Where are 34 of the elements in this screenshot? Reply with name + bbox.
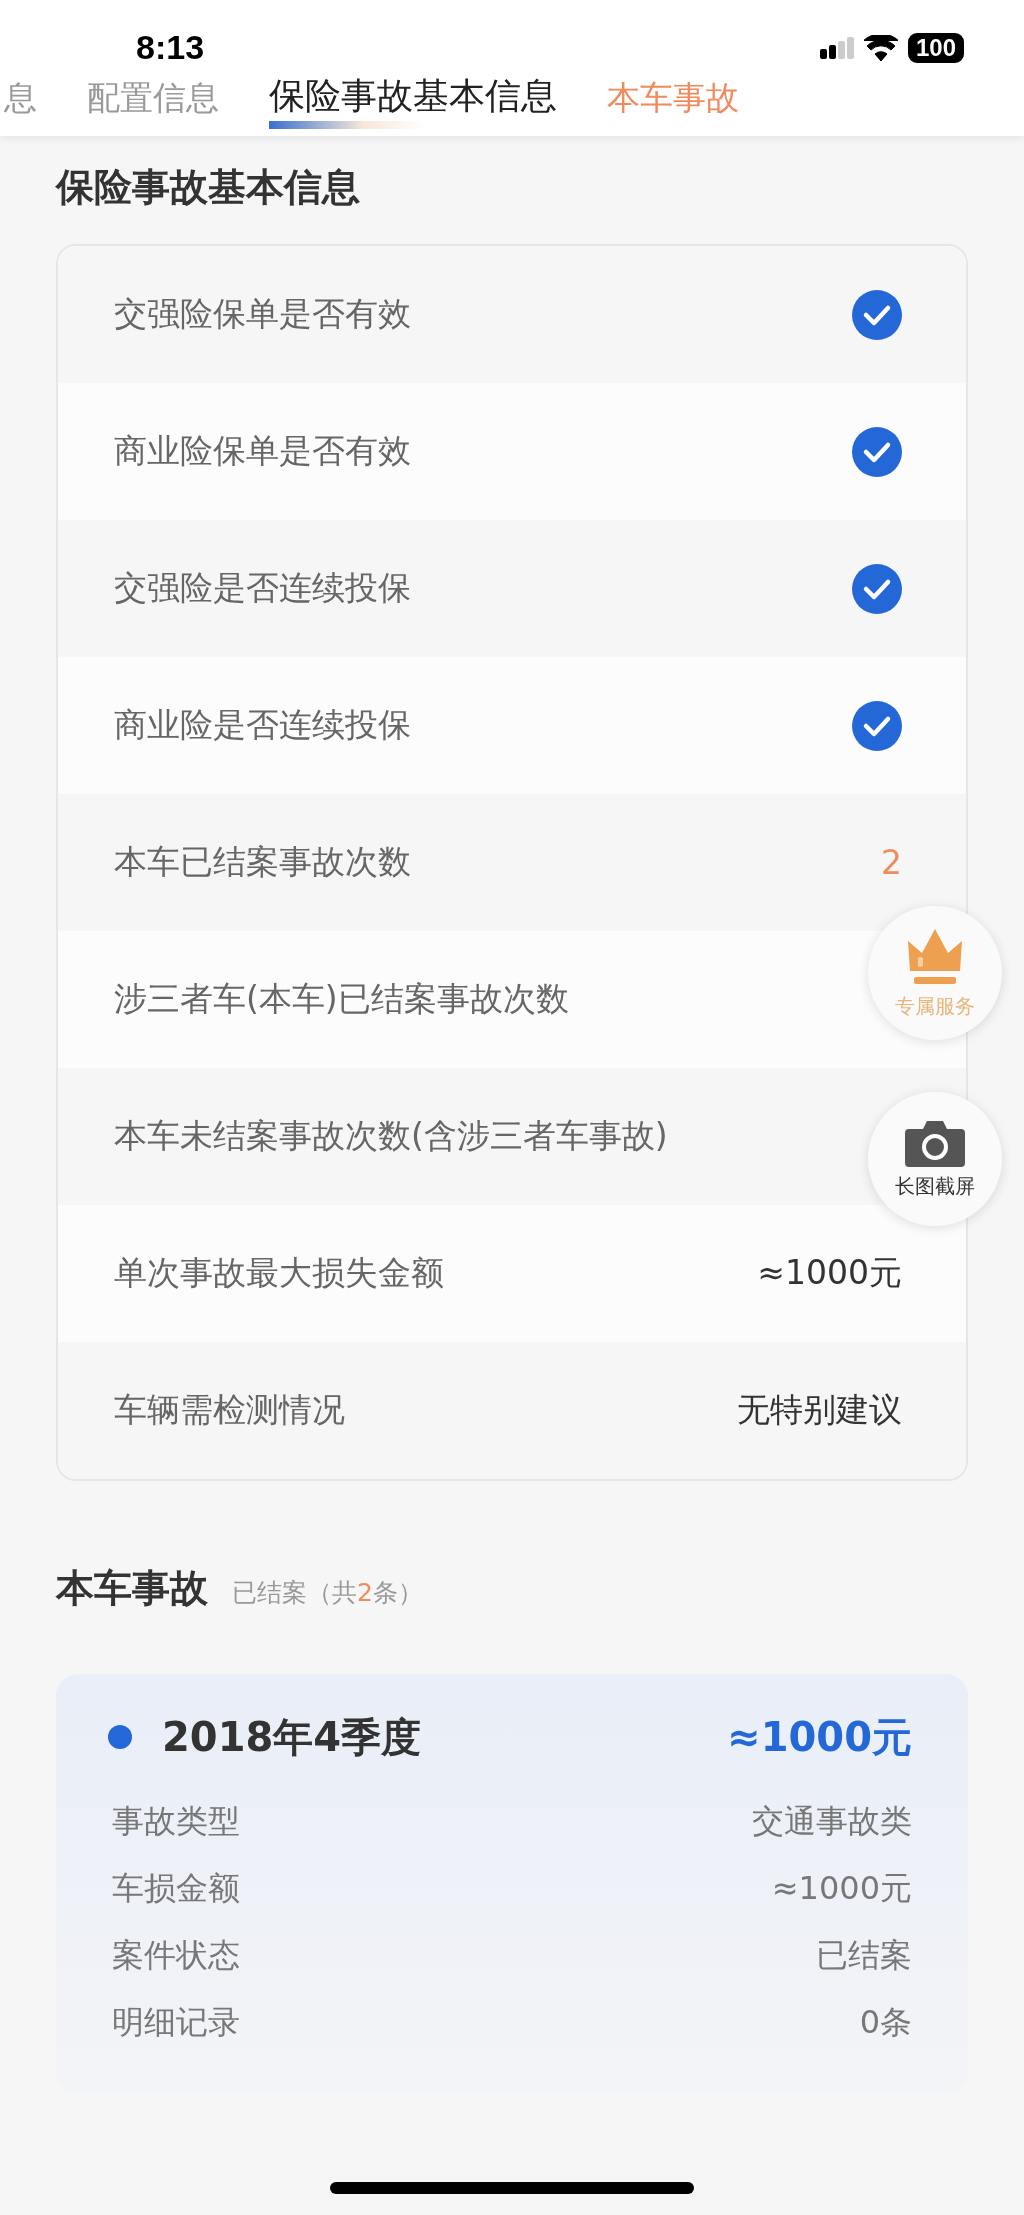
bullet-icon [108,1725,132,1749]
row-label: 单次事故最大损失金额 [114,1252,444,1294]
row-label: 商业险是否连续投保 [114,704,411,746]
camera-icon [905,1118,965,1167]
signal-icon [819,36,854,59]
row-value: ≈1000元 [757,1252,902,1294]
detail-label: 明细记录 [112,2001,240,2043]
row-value: 无特别建议 [737,1389,902,1431]
detail-value: 0条 [859,2001,912,2043]
row-value: 2 [881,843,902,882]
row-label: 交强险保单是否有效 [114,293,411,335]
row-label: 商业险保单是否有效 [114,430,411,472]
detail-value: ≈1000元 [771,1867,912,1909]
tab[interactable]: 息 [4,76,37,129]
detail-label: 车损金额 [112,1867,240,1909]
wifi-icon [863,34,898,61]
row-label: 涉三者车(本车)已结案事故次数 [114,978,569,1020]
row-label: 交强险是否连续投保 [114,567,411,609]
row-label: 本车已结案事故次数 [114,841,411,883]
detail-value: 已结案 [816,1934,912,1976]
tab[interactable]: 配置信息 [87,76,219,129]
tab[interactable]: 本车事故 [607,76,739,129]
status-time: 8:13 [136,28,205,67]
battery-indicator: 100 [907,32,964,63]
section-subtitle: 已结案（共2条） [232,1577,423,1609]
row-label: 车辆需检测情况 [114,1389,345,1431]
accident-amount: ≈1000元 [727,1712,912,1762]
section-title: 保险事故基本信息 [54,164,361,211]
accident-period: 2018年4季度 [162,1712,423,1762]
detail-label: 事故类型 [112,1800,240,1842]
detail-value: 交通事故类 [752,1800,912,1842]
detail-label: 案件状态 [112,1934,240,1976]
section-title: 本车事故 [56,1565,208,1612]
row-label: 本车未结案事故次数(含涉三者车事故) [114,1115,668,1157]
